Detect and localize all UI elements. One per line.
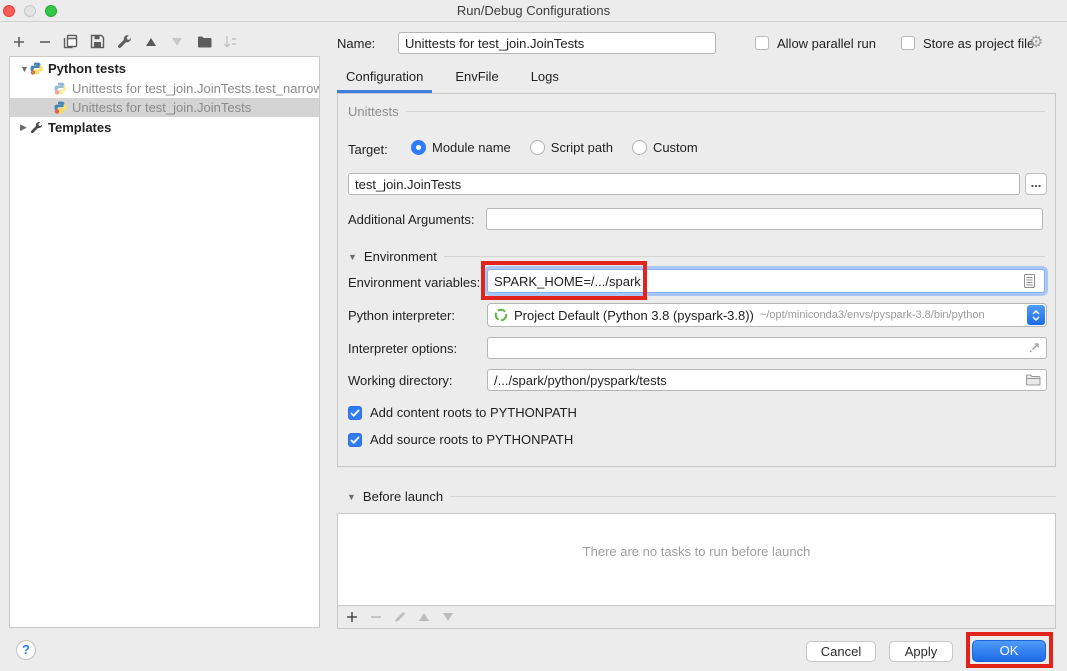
tree-item-label: Templates bbox=[48, 120, 111, 135]
tab-envfile[interactable]: EnvFile bbox=[446, 69, 507, 93]
working-directory-input[interactable] bbox=[487, 369, 1047, 391]
tab-configuration[interactable]: Configuration bbox=[337, 69, 432, 93]
save-configuration-icon[interactable] bbox=[89, 33, 106, 50]
remove-configuration-icon[interactable] bbox=[36, 33, 53, 50]
additional-arguments-input[interactable] bbox=[486, 208, 1043, 230]
allow-parallel-run-label: Allow parallel run bbox=[777, 36, 876, 51]
target-radio-group: Module name Script path Custom bbox=[411, 140, 710, 155]
templates-wrench-icon bbox=[30, 121, 43, 134]
tree-item-label: Unittests for test_join.JoinTests.test_n… bbox=[72, 81, 319, 96]
move-up-icon[interactable] bbox=[142, 33, 159, 50]
python-interpreter-label: Python interpreter: bbox=[348, 308, 455, 323]
store-as-project-file-checkbox[interactable] bbox=[901, 36, 915, 50]
radio-label: Script path bbox=[551, 140, 613, 155]
additional-arguments-label: Additional Arguments: bbox=[348, 212, 474, 227]
allow-parallel-run-checkbox[interactable] bbox=[755, 36, 769, 50]
gear-icon[interactable]: ⚙ bbox=[1029, 35, 1043, 51]
add-task-icon[interactable] bbox=[345, 611, 359, 623]
unittests-section-title: Unittests bbox=[348, 104, 399, 119]
source-roots-label: Add source roots to PYTHONPATH bbox=[370, 432, 573, 447]
working-directory-label: Working directory: bbox=[348, 373, 453, 388]
apply-button[interactable]: Apply bbox=[889, 641, 953, 662]
radio-selected-icon[interactable] bbox=[411, 140, 426, 155]
before-launch-header[interactable]: ▼ Before launch bbox=[347, 489, 1056, 504]
title-bar: Run/Debug Configurations bbox=[0, 0, 1067, 22]
before-launch-toolbar bbox=[338, 605, 1055, 628]
cancel-button[interactable]: Cancel bbox=[806, 641, 876, 662]
tree-item-python-tests[interactable]: ▼ Python tests bbox=[10, 59, 319, 78]
name-label: Name: bbox=[337, 36, 375, 51]
expand-field-icon[interactable] bbox=[1028, 342, 1040, 354]
collapse-triangle-icon[interactable]: ▼ bbox=[347, 492, 356, 502]
content-roots-label: Add content roots to PYTHONPATH bbox=[370, 405, 577, 420]
tree-item-label: Python tests bbox=[48, 61, 126, 76]
python-interpreter-value: Project Default (Python 3.8 (pyspark-3.8… bbox=[514, 308, 754, 323]
radio-icon[interactable] bbox=[632, 140, 647, 155]
python-test-icon bbox=[54, 82, 67, 95]
source-roots-checkbox[interactable] bbox=[348, 433, 362, 447]
chevron-right-icon[interactable]: ▶ bbox=[20, 122, 30, 133]
before-launch-list: There are no tasks to run before launch bbox=[337, 513, 1056, 629]
tree-item-templates[interactable]: ▶ Templates bbox=[10, 118, 319, 137]
interpreter-options-input[interactable] bbox=[487, 337, 1047, 359]
python-interpreter-select[interactable]: Project Default (Python 3.8 (pyspark-3.8… bbox=[487, 303, 1047, 327]
python-interpreter-path: ~/opt/miniconda3/envs/pyspark-3.8/bin/py… bbox=[760, 309, 985, 321]
edit-task-icon bbox=[393, 611, 407, 623]
browse-button[interactable]: ... bbox=[1025, 173, 1047, 195]
dropdown-stepper-icon[interactable] bbox=[1027, 305, 1045, 325]
browse-variables-icon[interactable] bbox=[1024, 274, 1035, 288]
tree-item-unittests-jointests[interactable]: Unittests for test_join.JoinTests bbox=[10, 98, 319, 117]
target-input[interactable] bbox=[348, 173, 1020, 195]
radio-custom[interactable]: Custom bbox=[632, 140, 698, 155]
add-configuration-icon[interactable] bbox=[10, 33, 27, 50]
before-launch-title: Before launch bbox=[363, 489, 443, 504]
interpreter-options-label: Interpreter options: bbox=[348, 341, 457, 356]
source-roots-row[interactable]: Add source roots to PYTHONPATH bbox=[348, 432, 573, 447]
radio-script-path[interactable]: Script path bbox=[530, 140, 613, 155]
edit-templates-icon[interactable] bbox=[116, 33, 133, 50]
chevron-down-icon[interactable]: ▼ bbox=[20, 64, 30, 74]
tree-item-unittests-test-narrow[interactable]: Unittests for test_join.JoinTests.test_n… bbox=[10, 79, 319, 98]
tree-item-label: Unittests for test_join.JoinTests bbox=[72, 100, 251, 115]
configurations-tree: ▼ Python tests Unittests for test_join.J… bbox=[9, 56, 320, 628]
radio-label: Custom bbox=[653, 140, 698, 155]
move-task-down-icon bbox=[441, 613, 455, 621]
name-input[interactable] bbox=[398, 32, 716, 54]
ok-button[interactable]: OK bbox=[972, 640, 1046, 662]
environment-section-title: Environment bbox=[364, 249, 437, 264]
radio-label: Module name bbox=[432, 140, 511, 155]
conda-env-icon bbox=[494, 308, 508, 322]
radio-module-name[interactable]: Module name bbox=[411, 140, 511, 155]
config-tabs: Configuration EnvFile Logs bbox=[337, 63, 568, 93]
store-as-project-file-label: Store as project file bbox=[923, 36, 1034, 51]
radio-icon[interactable] bbox=[530, 140, 545, 155]
help-button[interactable]: ? bbox=[16, 640, 36, 660]
unittests-section-header: Unittests bbox=[348, 104, 1045, 119]
window-title: Run/Debug Configurations bbox=[0, 3, 1067, 18]
configuration-form: Unittests Target: Module name Script pat… bbox=[337, 93, 1056, 467]
tab-logs[interactable]: Logs bbox=[522, 69, 568, 93]
move-task-up-icon bbox=[417, 613, 431, 621]
new-folder-icon[interactable] bbox=[196, 33, 213, 50]
target-label: Target: bbox=[348, 142, 388, 157]
move-down-icon bbox=[168, 33, 185, 50]
before-launch-empty-text: There are no tasks to run before launch bbox=[338, 544, 1055, 559]
copy-configuration-icon[interactable] bbox=[62, 33, 79, 50]
environment-variables-input[interactable] bbox=[487, 269, 1045, 293]
content-roots-checkbox[interactable] bbox=[348, 406, 362, 420]
sort-alphabetically-icon bbox=[222, 33, 239, 50]
python-test-icon bbox=[54, 101, 67, 114]
environment-section-header[interactable]: ▼ Environment bbox=[348, 249, 1045, 264]
python-tests-icon bbox=[30, 62, 43, 75]
environment-variables-label: Environment variables: bbox=[348, 275, 480, 290]
content-roots-row[interactable]: Add content roots to PYTHONPATH bbox=[348, 405, 577, 420]
folder-icon[interactable] bbox=[1026, 374, 1041, 386]
remove-task-icon bbox=[369, 611, 383, 623]
collapse-triangle-icon[interactable]: ▼ bbox=[348, 252, 357, 262]
